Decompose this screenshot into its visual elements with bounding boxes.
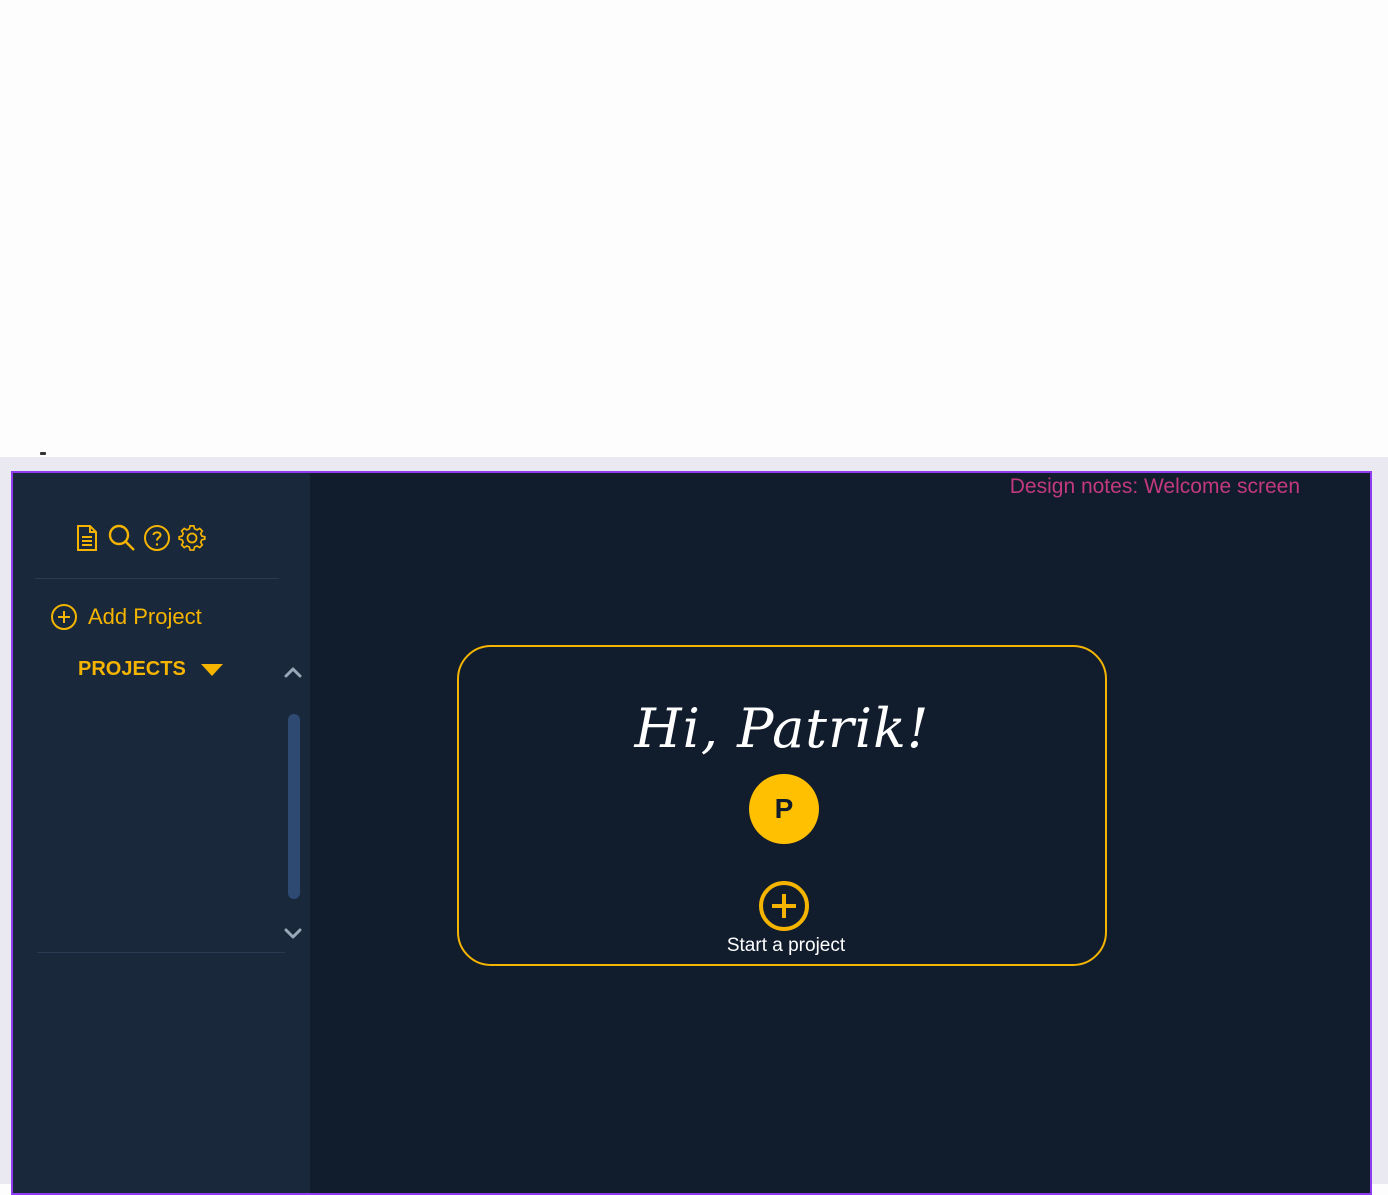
add-project-label: Add Project <box>88 604 202 629</box>
sidebar-divider-top <box>35 578 279 579</box>
app-frame: Add Project PROJECTS Design notes: Welco… <box>11 471 1372 1195</box>
sidebar-divider-bottom <box>37 952 285 953</box>
search-icon[interactable] <box>108 523 136 553</box>
add-circle-icon <box>759 881 809 931</box>
add-circle-icon <box>51 604 77 630</box>
welcome-card: Hi, Patrik! P Start a project <box>457 645 1107 966</box>
caret-down-icon <box>200 663 223 676</box>
avatar-initial: P <box>774 793 794 824</box>
help-icon[interactable] <box>143 523 171 553</box>
main-content: Design notes: Welcome screen Hi, Patrik!… <box>310 473 1370 1193</box>
document-icon[interactable] <box>73 523 101 553</box>
projects-dropdown-toggle[interactable]: PROJECTS <box>78 658 224 681</box>
projects-scrollbar-thumb[interactable] <box>288 714 300 899</box>
avatar[interactable]: P <box>749 774 819 844</box>
chevron-up-icon <box>284 667 302 678</box>
design-notes-label: Design notes: Welcome screen <box>1009 475 1300 498</box>
sidebar-toolbar <box>73 523 206 553</box>
scroll-down-button[interactable] <box>282 925 304 943</box>
chevron-down-icon <box>284 928 302 939</box>
sidebar: Add Project PROJECTS <box>13 473 310 1193</box>
projects-label: PROJECTS <box>78 658 186 680</box>
stray-mark <box>40 452 46 455</box>
blank-top-area <box>0 0 1388 457</box>
start-project-label[interactable]: Start a project <box>459 935 1105 957</box>
scroll-up-button[interactable] <box>282 663 304 681</box>
greeting-heading: Hi, Patrik! <box>634 697 930 760</box>
gear-icon[interactable] <box>178 523 206 553</box>
start-project-button[interactable] <box>757 879 811 933</box>
add-project-button[interactable]: Add Project <box>50 603 202 631</box>
